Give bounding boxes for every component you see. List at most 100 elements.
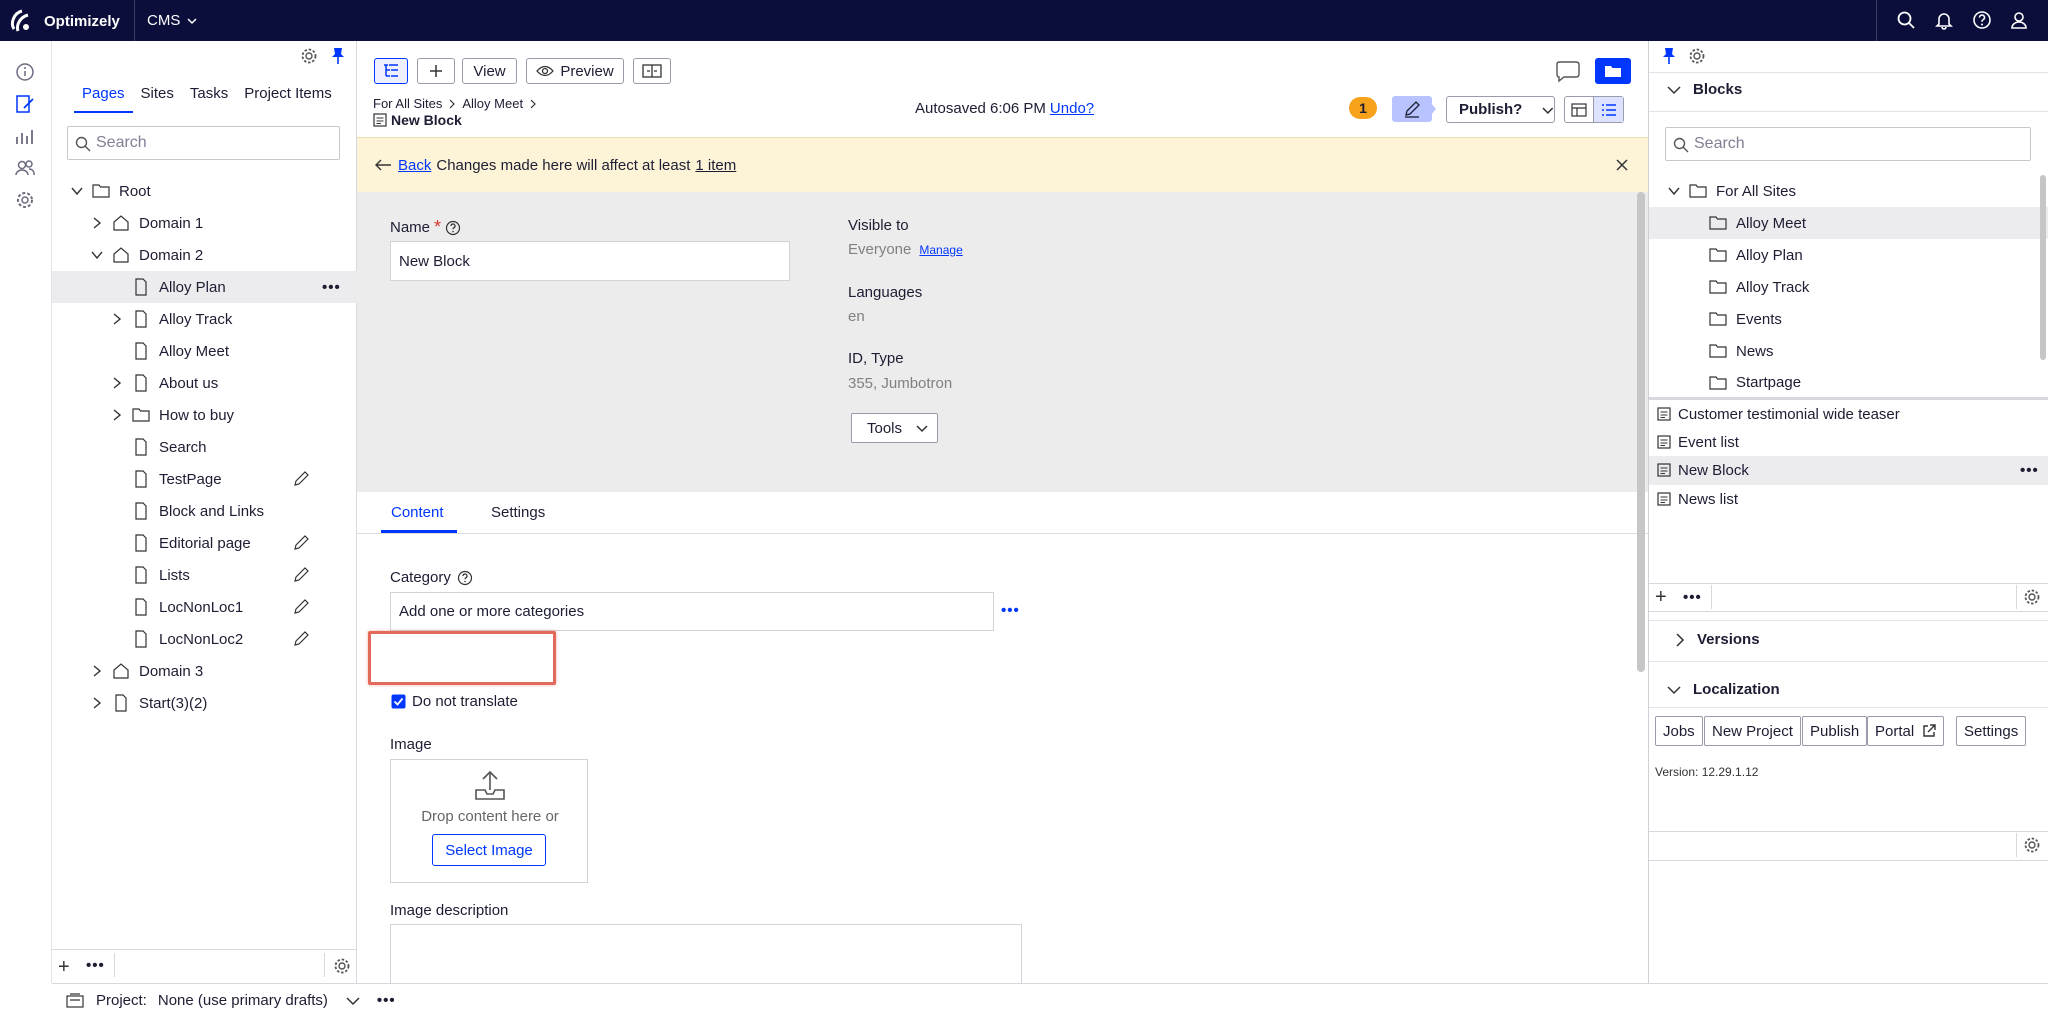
image-description-textarea[interactable] (390, 924, 1022, 983)
main-scrollbar[interactable] (1637, 192, 1645, 672)
category-input[interactable]: Add one or more categories (390, 592, 994, 631)
publish-loc-button[interactable]: Publish (1802, 716, 1868, 746)
image-dropzone[interactable]: Drop content here or Select Image (390, 759, 588, 883)
bell-icon[interactable] (1934, 10, 1954, 30)
help-icon[interactable] (445, 220, 461, 236)
product-switcher[interactable]: CMS (134, 0, 210, 41)
analytics-icon[interactable] (14, 125, 36, 147)
chevron-right-icon[interactable] (110, 376, 124, 390)
tree-item-search[interactable]: Search (52, 431, 357, 463)
tree-item-domain-1[interactable]: Domain 1 (52, 207, 357, 239)
tree-item-alloy-track[interactable]: Alloy Track (52, 303, 357, 335)
tree-item-about-us[interactable]: About us (52, 367, 357, 399)
tree-item-alloy-plan[interactable]: Alloy Plan ••• (52, 271, 357, 303)
undo-link[interactable]: Undo? (1050, 100, 1094, 117)
tab-content[interactable]: Content (391, 504, 444, 521)
tree-item-block-and-links[interactable]: Block and Links (52, 495, 357, 527)
tree-item-editorial-page[interactable]: Editorial page (52, 527, 357, 559)
tree-item-alloy-meet[interactable]: Alloy Meet (52, 335, 357, 367)
gear-icon[interactable] (333, 957, 351, 975)
chevron-right-icon[interactable] (90, 216, 104, 230)
jobs-button[interactable]: Jobs (1655, 716, 1703, 746)
tree-item-root[interactable]: Root (52, 175, 357, 207)
pin-icon[interactable] (1661, 47, 1677, 65)
tools-dropdown[interactable]: Tools (851, 413, 938, 443)
breadcrumb-root[interactable]: For All Sites (373, 96, 442, 111)
manage-link[interactable]: Manage (919, 243, 962, 257)
tree-toggle-button[interactable] (374, 58, 408, 84)
tree-item-how-to-buy[interactable]: How to buy (52, 399, 357, 431)
on-page-edit-button[interactable] (1565, 97, 1595, 122)
all-properties-button[interactable] (1594, 97, 1623, 122)
blocks-search-input[interactable]: Search (1665, 127, 2031, 161)
tab-tasks[interactable]: Tasks (182, 83, 236, 113)
more-options-icon[interactable]: ••• (1683, 589, 1702, 606)
edit-content-icon[interactable] (14, 93, 36, 115)
close-icon[interactable] (1615, 158, 1629, 172)
users-icon[interactable] (14, 157, 36, 179)
portal-button[interactable]: Portal (1867, 716, 1945, 746)
do-not-translate-checkbox[interactable]: Do not translate (391, 693, 518, 710)
tab-sites[interactable]: Sites (133, 83, 182, 113)
chevron-right-icon[interactable] (110, 312, 124, 326)
info-icon[interactable] (14, 61, 36, 83)
more-options-icon[interactable]: ••• (377, 992, 396, 1009)
pin-icon[interactable] (330, 47, 346, 65)
help-icon[interactable] (457, 570, 473, 586)
compare-button[interactable] (633, 58, 671, 84)
chevron-down-icon[interactable] (90, 248, 104, 262)
chevron-down-icon[interactable] (70, 184, 84, 198)
add-icon[interactable]: + (1655, 586, 1667, 609)
folders-scrollbar[interactable] (2040, 175, 2046, 360)
settings-icon[interactable] (14, 189, 36, 211)
folder-item-events[interactable]: Events (1649, 303, 2048, 335)
affected-items-link[interactable]: 1 item (695, 157, 736, 174)
publish-button[interactable]: Publish? (1446, 96, 1555, 123)
gear-icon[interactable] (2023, 588, 2041, 606)
block-item-customer-testimonial[interactable]: Customer testimonial wide teaser (1649, 400, 2048, 428)
view-button[interactable]: View (462, 58, 517, 84)
more-options-icon[interactable]: ••• (2020, 462, 2039, 479)
assets-pane-toggle[interactable] (1595, 58, 1631, 84)
tree-item-domain-2[interactable]: Domain 2 (52, 239, 357, 271)
tree-item-domain-3[interactable]: Domain 3 (52, 655, 357, 687)
gear-icon[interactable] (1688, 47, 1706, 65)
new-project-button[interactable]: New Project (1704, 716, 1801, 746)
blocks-header[interactable]: Blocks (1667, 81, 1742, 98)
gear-icon[interactable] (2023, 836, 2041, 854)
select-image-button[interactable]: Select Image (432, 834, 546, 866)
chevron-right-icon[interactable] (90, 696, 104, 710)
chevron-down-icon[interactable] (346, 996, 360, 1006)
category-more-icon[interactable]: ••• (1001, 602, 1020, 619)
folder-item-alloy-track[interactable]: Alloy Track (1649, 271, 2048, 303)
block-item-event-list[interactable]: Event list (1649, 428, 2048, 456)
brand-logo[interactable]: Optimizely (8, 7, 120, 35)
preview-button[interactable]: Preview (526, 58, 624, 84)
checkbox-checked-icon[interactable] (391, 694, 406, 709)
folder-item-alloy-meet[interactable]: Alloy Meet (1649, 207, 2048, 239)
name-input[interactable]: New Block (390, 241, 790, 281)
tree-item-locnonloc2[interactable]: LocNonLoc2 (52, 623, 357, 655)
more-options-icon[interactable]: ••• (322, 279, 341, 296)
breadcrumb-parent[interactable]: Alloy Meet (462, 96, 523, 111)
versions-header[interactable]: Versions (1675, 631, 1760, 648)
tree-item-locnonloc1[interactable]: LocNonLoc1 (52, 591, 357, 623)
tab-pages[interactable]: Pages (74, 83, 133, 113)
add-icon[interactable]: + (58, 956, 70, 979)
tree-item-lists[interactable]: Lists (52, 559, 357, 591)
more-options-icon[interactable]: ••• (86, 957, 105, 974)
block-item-news-list[interactable]: News list (1649, 485, 2048, 513)
folder-item-startpage[interactable]: Startpage (1649, 367, 2048, 397)
tree-item-start[interactable]: Start(3)(2) (52, 687, 357, 719)
chevron-right-icon[interactable] (110, 408, 124, 422)
project-value[interactable]: None (use primary drafts) (158, 992, 328, 1009)
folder-item-news[interactable]: News (1649, 335, 2048, 367)
block-item-new-block[interactable]: New Block ••• (1649, 456, 2048, 485)
tab-settings[interactable]: Settings (491, 504, 545, 521)
gear-icon[interactable] (300, 47, 318, 65)
notification-badge[interactable]: 1 (1349, 97, 1377, 119)
comment-icon[interactable] (1554, 60, 1582, 84)
tree-search-input[interactable]: Search (67, 126, 340, 160)
user-icon[interactable] (2009, 10, 2029, 30)
chevron-down-icon[interactable] (1667, 184, 1681, 198)
